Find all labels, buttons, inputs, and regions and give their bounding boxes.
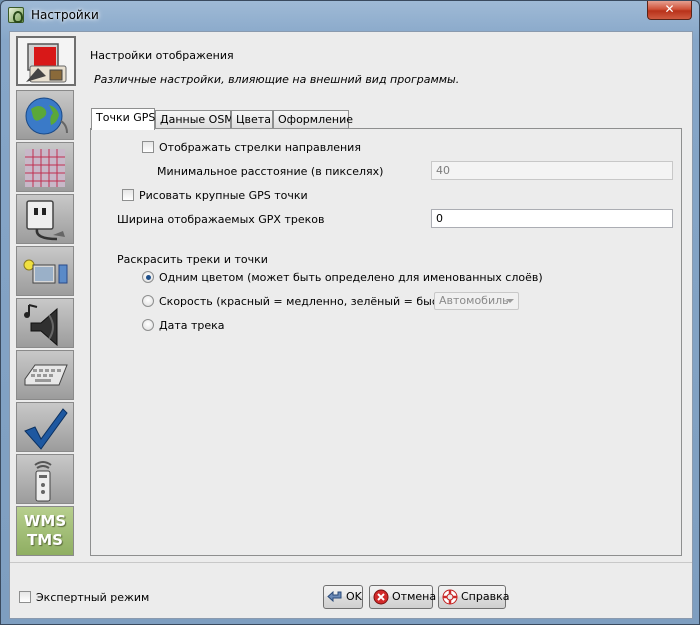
chevron-down-icon	[506, 299, 514, 303]
track-width-input[interactable]: 0	[431, 209, 673, 228]
category-sidebar: WMS TMS	[16, 36, 82, 557]
close-button[interactable]: ✕	[647, 1, 692, 20]
panel-title: Настройки отображения	[90, 49, 234, 62]
category-audio[interactable]	[16, 298, 74, 348]
color-speed-label: Скорость (красный = медленно, зелёный = …	[159, 295, 463, 308]
expert-mode-label: Экспертный режим	[36, 591, 150, 604]
gps-points-panel: Отображать стрелки направления Минимальн…	[90, 128, 682, 556]
help-lifebuoy-icon	[442, 589, 458, 605]
track-width-label: Ширина отображаемых GPX треков	[117, 213, 325, 226]
category-remote-control[interactable]	[16, 454, 74, 504]
ok-arrow-icon	[327, 590, 342, 603]
large-gps-points-checkbox[interactable]	[122, 189, 134, 201]
category-plugins[interactable]	[16, 194, 74, 244]
keyboard-icon	[24, 364, 68, 386]
color-speed-radio[interactable]	[142, 295, 154, 307]
tab-gps-points[interactable]: Точки GPS	[91, 108, 155, 130]
tab-appearance[interactable]: Оформление	[273, 110, 353, 129]
direction-arrows-checkbox[interactable]	[142, 141, 154, 153]
category-validator[interactable]	[16, 402, 74, 452]
tms-label: TMS	[27, 531, 63, 549]
color-single-label: Одним цветом (может быть определено для …	[159, 271, 543, 284]
projection-grid-icon	[25, 149, 65, 187]
dialog-body: WMS TMS Настройки отображения Различные …	[9, 31, 693, 619]
category-files[interactable]	[16, 246, 74, 296]
title-bar[interactable]: Настройки ✕	[1, 1, 699, 31]
category-display-settings[interactable]	[16, 36, 76, 86]
min-distance-input[interactable]: 40	[431, 161, 673, 180]
tab-osm-data[interactable]: Данные OSM	[155, 110, 234, 129]
category-wms-tms[interactable]: WMS TMS	[16, 506, 74, 556]
preferences-window: Настройки ✕ WMS TMS Настройки отображени…	[0, 0, 700, 625]
plugin-icon	[26, 200, 65, 241]
app-logo-icon	[8, 7, 24, 23]
ok-button[interactable]: OK	[323, 585, 363, 609]
validator-checkmark-icon	[24, 408, 68, 450]
large-gps-points-label: Рисовать крупные GPS точки	[139, 189, 308, 202]
wms-label: WMS	[23, 512, 67, 530]
color-section-label: Раскрасить треки и точки	[117, 253, 268, 266]
category-shortcuts[interactable]	[16, 350, 74, 400]
cancel-button-label: Отмена	[392, 590, 437, 603]
color-single-radio[interactable]	[142, 271, 154, 283]
audio-icon	[24, 304, 58, 347]
cancel-icon	[373, 589, 389, 605]
direction-arrows-label: Отображать стрелки направления	[159, 141, 361, 154]
tab-colors[interactable]: Цвета	[231, 110, 273, 129]
color-date-radio[interactable]	[142, 319, 154, 331]
remote-control-icon	[34, 461, 52, 502]
expert-mode-checkbox[interactable]	[19, 591, 31, 603]
speed-profile-value: Автомобиль	[439, 294, 509, 307]
folders-icon	[23, 259, 68, 284]
category-projection[interactable]	[16, 142, 74, 192]
min-distance-label: Минимальное расстояние (в пикселях)	[157, 165, 384, 178]
window-title: Настройки	[31, 8, 99, 22]
globe-icon	[25, 97, 68, 135]
help-button-label: Справка	[461, 590, 510, 603]
panel-description: Различные настройки, влияющие на внешний…	[94, 73, 460, 86]
cancel-button[interactable]: Отмена	[369, 585, 437, 609]
category-map-settings[interactable]	[16, 90, 74, 140]
display-settings-icon	[26, 43, 67, 83]
footer-divider	[10, 562, 692, 563]
wms-tms-icon: WMS TMS	[21, 512, 69, 550]
help-button[interactable]: Справка	[438, 585, 510, 609]
speed-profile-select[interactable]: Автомобиль	[434, 292, 519, 310]
color-date-label: Дата трека	[159, 319, 225, 332]
ok-button-label: OK	[346, 590, 362, 603]
